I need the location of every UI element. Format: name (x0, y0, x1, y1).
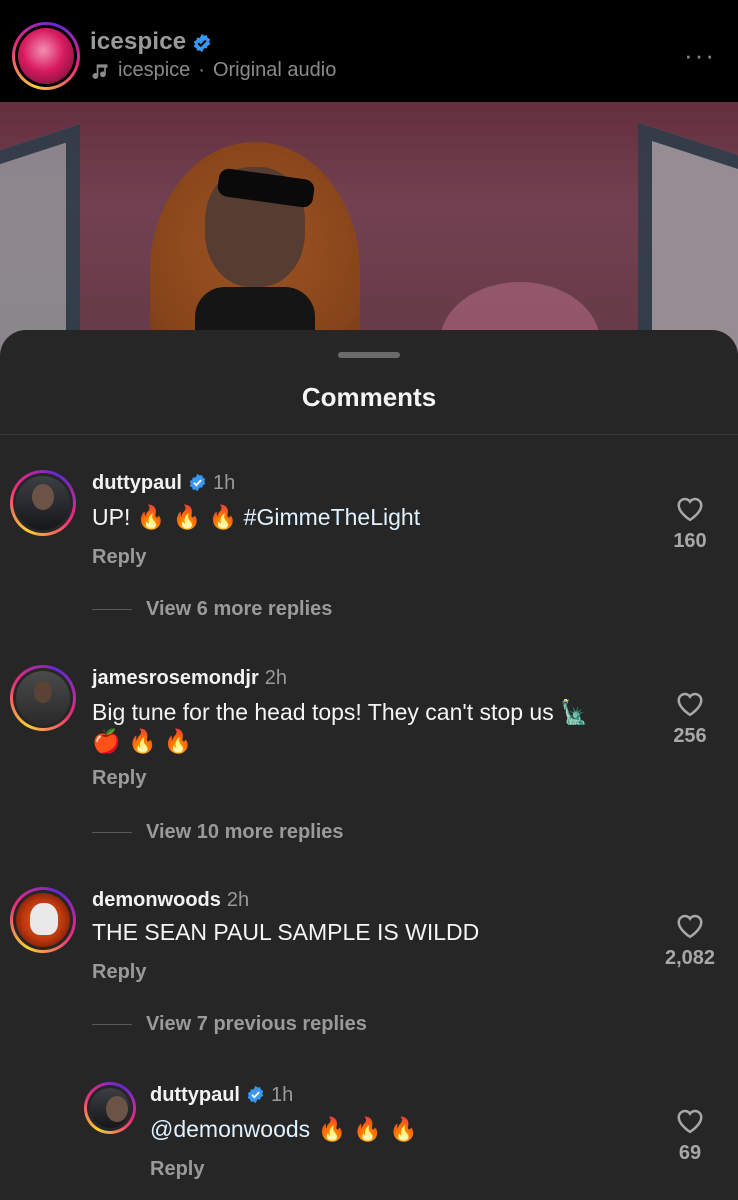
view-replies-button[interactable]: View 7 previous replies (92, 1013, 367, 1036)
like-count: 69 (678, 1142, 702, 1164)
view-replies-button[interactable]: View 6 more replies (92, 598, 332, 621)
audio-link[interactable]: icespice · Original audio (90, 59, 336, 82)
like-button[interactable]: 69 (660, 1106, 720, 1165)
comment-username[interactable]: duttypaul 1h (150, 1084, 293, 1107)
author-username[interactable]: icespice (90, 28, 212, 56)
heart-icon (677, 1109, 703, 1134)
audio-owner: icespice (118, 59, 191, 81)
avatar[interactable] (84, 1082, 136, 1134)
audio-label: Original audio (212, 59, 337, 81)
hashtag-link[interactable]: #GimmeTheLight (237, 504, 420, 530)
comment-text: UP! 🔥 🔥 🔥 #GimmeTheLight (92, 504, 421, 531)
reply-button[interactable]: Reply (92, 546, 146, 569)
like-count: 2,082 (664, 947, 716, 969)
like-button[interactable]: 256 (660, 689, 720, 748)
comment-time: 1h (213, 472, 236, 494)
author-avatar[interactable] (12, 22, 80, 90)
comment-username[interactable]: jamesrosemondjr 2h (92, 667, 287, 690)
comments-sheet: Comments duttypaul 1h UP! 🔥 🔥 🔥 #GimmeThe… (0, 330, 738, 1200)
like-count: 160 (673, 530, 707, 552)
heart-icon (677, 497, 703, 522)
audio-separator: · (198, 59, 205, 81)
video-preview[interactable] (0, 102, 738, 362)
sheet-drag-handle[interactable] (338, 352, 400, 358)
like-button[interactable]: 160 (660, 494, 720, 553)
comment-time: 2h (264, 667, 287, 689)
comment-text: Big tune for the head tops! They can't s… (92, 699, 589, 755)
avatar[interactable] (10, 470, 76, 536)
heart-icon (677, 692, 703, 717)
comment-username[interactable]: duttypaul 1h (92, 472, 235, 495)
reply-button[interactable]: Reply (92, 767, 146, 790)
comment-username[interactable]: demonwoods 2h (92, 889, 249, 912)
comment-text: @demonwoods 🔥 🔥 🔥 (150, 1116, 419, 1143)
sheet-title: Comments (301, 382, 437, 412)
comment-text: THE SEAN PAUL SAMPLE IS WILDD (92, 919, 480, 945)
comment-time: 1h (271, 1084, 294, 1106)
reply-button[interactable]: Reply (92, 961, 146, 984)
avatar[interactable] (10, 665, 76, 731)
divider (0, 434, 738, 435)
like-count: 256 (673, 725, 707, 747)
like-button[interactable]: 2,082 (660, 911, 720, 970)
more-options-icon[interactable]: ··· (684, 40, 716, 71)
verified-badge-icon (247, 1085, 264, 1104)
music-note-icon (92, 63, 108, 79)
verified-badge-icon (194, 33, 211, 52)
mention-link[interactable]: @demonwoods (150, 1116, 310, 1142)
view-replies-button[interactable]: View 10 more replies (92, 821, 344, 844)
verified-badge-icon (189, 473, 206, 492)
heart-icon (677, 914, 703, 939)
reply-button[interactable]: Reply (150, 1158, 204, 1181)
avatar[interactable] (10, 887, 76, 953)
comment-time: 2h (226, 889, 250, 911)
reel-header: icespice icespice · Original audio ··· (0, 0, 738, 102)
